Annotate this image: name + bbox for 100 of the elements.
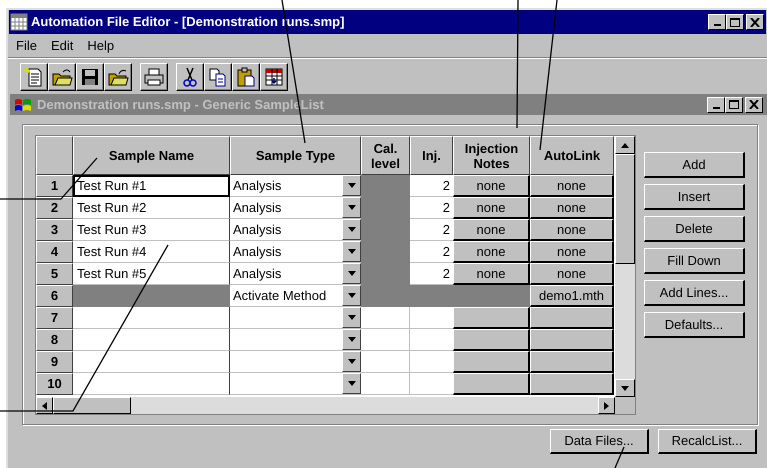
side-button[interactable]: Add bbox=[644, 152, 745, 178]
side-button[interactable]: Insert bbox=[644, 184, 745, 210]
table-cell[interactable]: demo1.mth bbox=[530, 285, 614, 307]
menu-item[interactable]: File bbox=[16, 36, 37, 56]
dropdown-button[interactable] bbox=[342, 197, 361, 218]
windows-logo-icon bbox=[13, 96, 33, 112]
table-cell[interactable]: Analysis bbox=[230, 198, 342, 218]
table-cell[interactable] bbox=[73, 351, 230, 373]
side-button[interactable]: Fill Down bbox=[644, 248, 745, 274]
dropdown-button[interactable] bbox=[342, 241, 361, 262]
row-header: 8 bbox=[36, 329, 73, 351]
dropdown-button[interactable] bbox=[342, 307, 361, 328]
toolbar-button[interactable] bbox=[204, 62, 232, 90]
dropdown-button[interactable] bbox=[342, 351, 361, 372]
table-cell[interactable] bbox=[361, 373, 410, 395]
caret-down-icon bbox=[348, 315, 356, 320]
table-cell[interactable]: none bbox=[530, 263, 614, 285]
table-cell[interactable]: none bbox=[453, 197, 530, 219]
row-header: 6 bbox=[36, 285, 73, 307]
row-header: 7 bbox=[36, 307, 73, 329]
row-header: 3 bbox=[36, 219, 73, 241]
table-cell[interactable]: Test Run #2 bbox=[73, 197, 230, 219]
table-cell[interactable]: none bbox=[530, 197, 614, 219]
table-cell[interactable]: none bbox=[530, 219, 614, 241]
table-cell[interactable] bbox=[361, 307, 410, 329]
table-cell[interactable]: Test Run #1 bbox=[73, 175, 230, 197]
dropdown-button[interactable] bbox=[342, 219, 361, 240]
close-button[interactable] bbox=[745, 96, 763, 112]
side-button[interactable]: Delete bbox=[644, 216, 745, 242]
scroll-left-button[interactable] bbox=[36, 397, 53, 414]
table-cell[interactable]: none bbox=[530, 175, 614, 197]
table-cell[interactable]: none bbox=[453, 219, 530, 241]
window-title: Automation File Editor - [Demonstration runs.smp] bbox=[31, 13, 344, 32]
close-icon bbox=[749, 100, 759, 109]
table-cell[interactable]: Test Run #3 bbox=[73, 219, 230, 241]
dialog-button[interactable]: Data Files... bbox=[550, 429, 649, 454]
side-button[interactable]: Defaults... bbox=[644, 312, 745, 338]
row-header: 1 bbox=[36, 175, 73, 197]
column-header: Cal. level bbox=[361, 136, 410, 175]
toolbar-button[interactable] bbox=[104, 62, 132, 90]
toolbar-button[interactable] bbox=[20, 62, 48, 90]
table-icon bbox=[263, 66, 285, 88]
right-arrow-icon bbox=[604, 402, 610, 410]
caret-down-icon bbox=[348, 249, 356, 254]
toolbar-button[interactable] bbox=[176, 62, 204, 90]
table-cell[interactable]: Analysis bbox=[230, 220, 342, 240]
dialog-button[interactable]: RecalcList... bbox=[658, 429, 757, 454]
scroll-thumb[interactable] bbox=[53, 397, 131, 414]
row-header: 2 bbox=[36, 197, 73, 219]
table-cell[interactable] bbox=[73, 329, 230, 351]
column-header: Sample Type bbox=[230, 136, 361, 175]
caret-down-icon bbox=[348, 337, 356, 342]
menu-item[interactable]: Help bbox=[87, 36, 114, 56]
caret-down-icon bbox=[348, 293, 356, 298]
maximize-button[interactable] bbox=[726, 14, 744, 30]
table-cell[interactable]: none bbox=[530, 241, 614, 263]
side-button[interactable]: Add Lines... bbox=[644, 280, 745, 306]
menu-item[interactable]: Edit bbox=[50, 36, 74, 56]
table-cell[interactable]: none bbox=[453, 241, 530, 263]
table-cell[interactable]: Analysis bbox=[230, 176, 342, 196]
clipboard-icon bbox=[235, 66, 257, 88]
table-cell[interactable] bbox=[73, 373, 230, 395]
close-button[interactable] bbox=[746, 14, 764, 30]
leader-line bbox=[614, 446, 625, 468]
dropdown-button[interactable] bbox=[342, 329, 361, 350]
caret-down-icon bbox=[348, 183, 356, 188]
row-header: 4 bbox=[36, 241, 73, 263]
table-cell[interactable] bbox=[361, 329, 410, 351]
table-cell[interactable] bbox=[361, 351, 410, 373]
minimize-button[interactable] bbox=[708, 14, 726, 30]
up-arrow-icon bbox=[621, 142, 630, 148]
toolbar-button[interactable] bbox=[232, 62, 260, 90]
dropdown-button[interactable] bbox=[342, 175, 361, 196]
dropdown-button[interactable] bbox=[342, 373, 361, 394]
horizontal-scrollbar[interactable] bbox=[36, 397, 616, 414]
scroll-thumb[interactable] bbox=[615, 154, 635, 264]
scroll-down-button[interactable] bbox=[615, 379, 635, 398]
caret-down-icon bbox=[348, 227, 356, 232]
toolbar-button[interactable] bbox=[260, 62, 288, 90]
caret-down-icon bbox=[348, 271, 356, 276]
row-header: 9 bbox=[36, 351, 73, 373]
scroll-right-button[interactable] bbox=[598, 397, 616, 414]
table-cell[interactable]: Test Run #5 bbox=[73, 263, 230, 285]
maximize-button[interactable] bbox=[725, 96, 743, 112]
table-cell[interactable]: Analysis bbox=[230, 242, 342, 262]
minimize-button[interactable] bbox=[707, 96, 725, 112]
toolbar-button[interactable] bbox=[140, 62, 168, 90]
row-header: 5 bbox=[36, 263, 73, 285]
down-arrow-icon bbox=[621, 386, 630, 391]
table-cell[interactable]: Test Run #4 bbox=[73, 241, 230, 263]
vertical-scrollbar[interactable] bbox=[615, 136, 635, 398]
toolbar-button[interactable] bbox=[76, 62, 104, 90]
scroll-up-button[interactable] bbox=[615, 136, 635, 154]
dropdown-button[interactable] bbox=[342, 263, 361, 284]
toolbar-button[interactable] bbox=[48, 62, 76, 90]
table-cell[interactable]: none bbox=[453, 263, 530, 285]
table-cell[interactable] bbox=[73, 307, 230, 329]
table-cell[interactable]: none bbox=[453, 175, 530, 197]
dropdown-button[interactable] bbox=[342, 285, 361, 306]
table-cell[interactable]: Analysis bbox=[230, 264, 342, 284]
